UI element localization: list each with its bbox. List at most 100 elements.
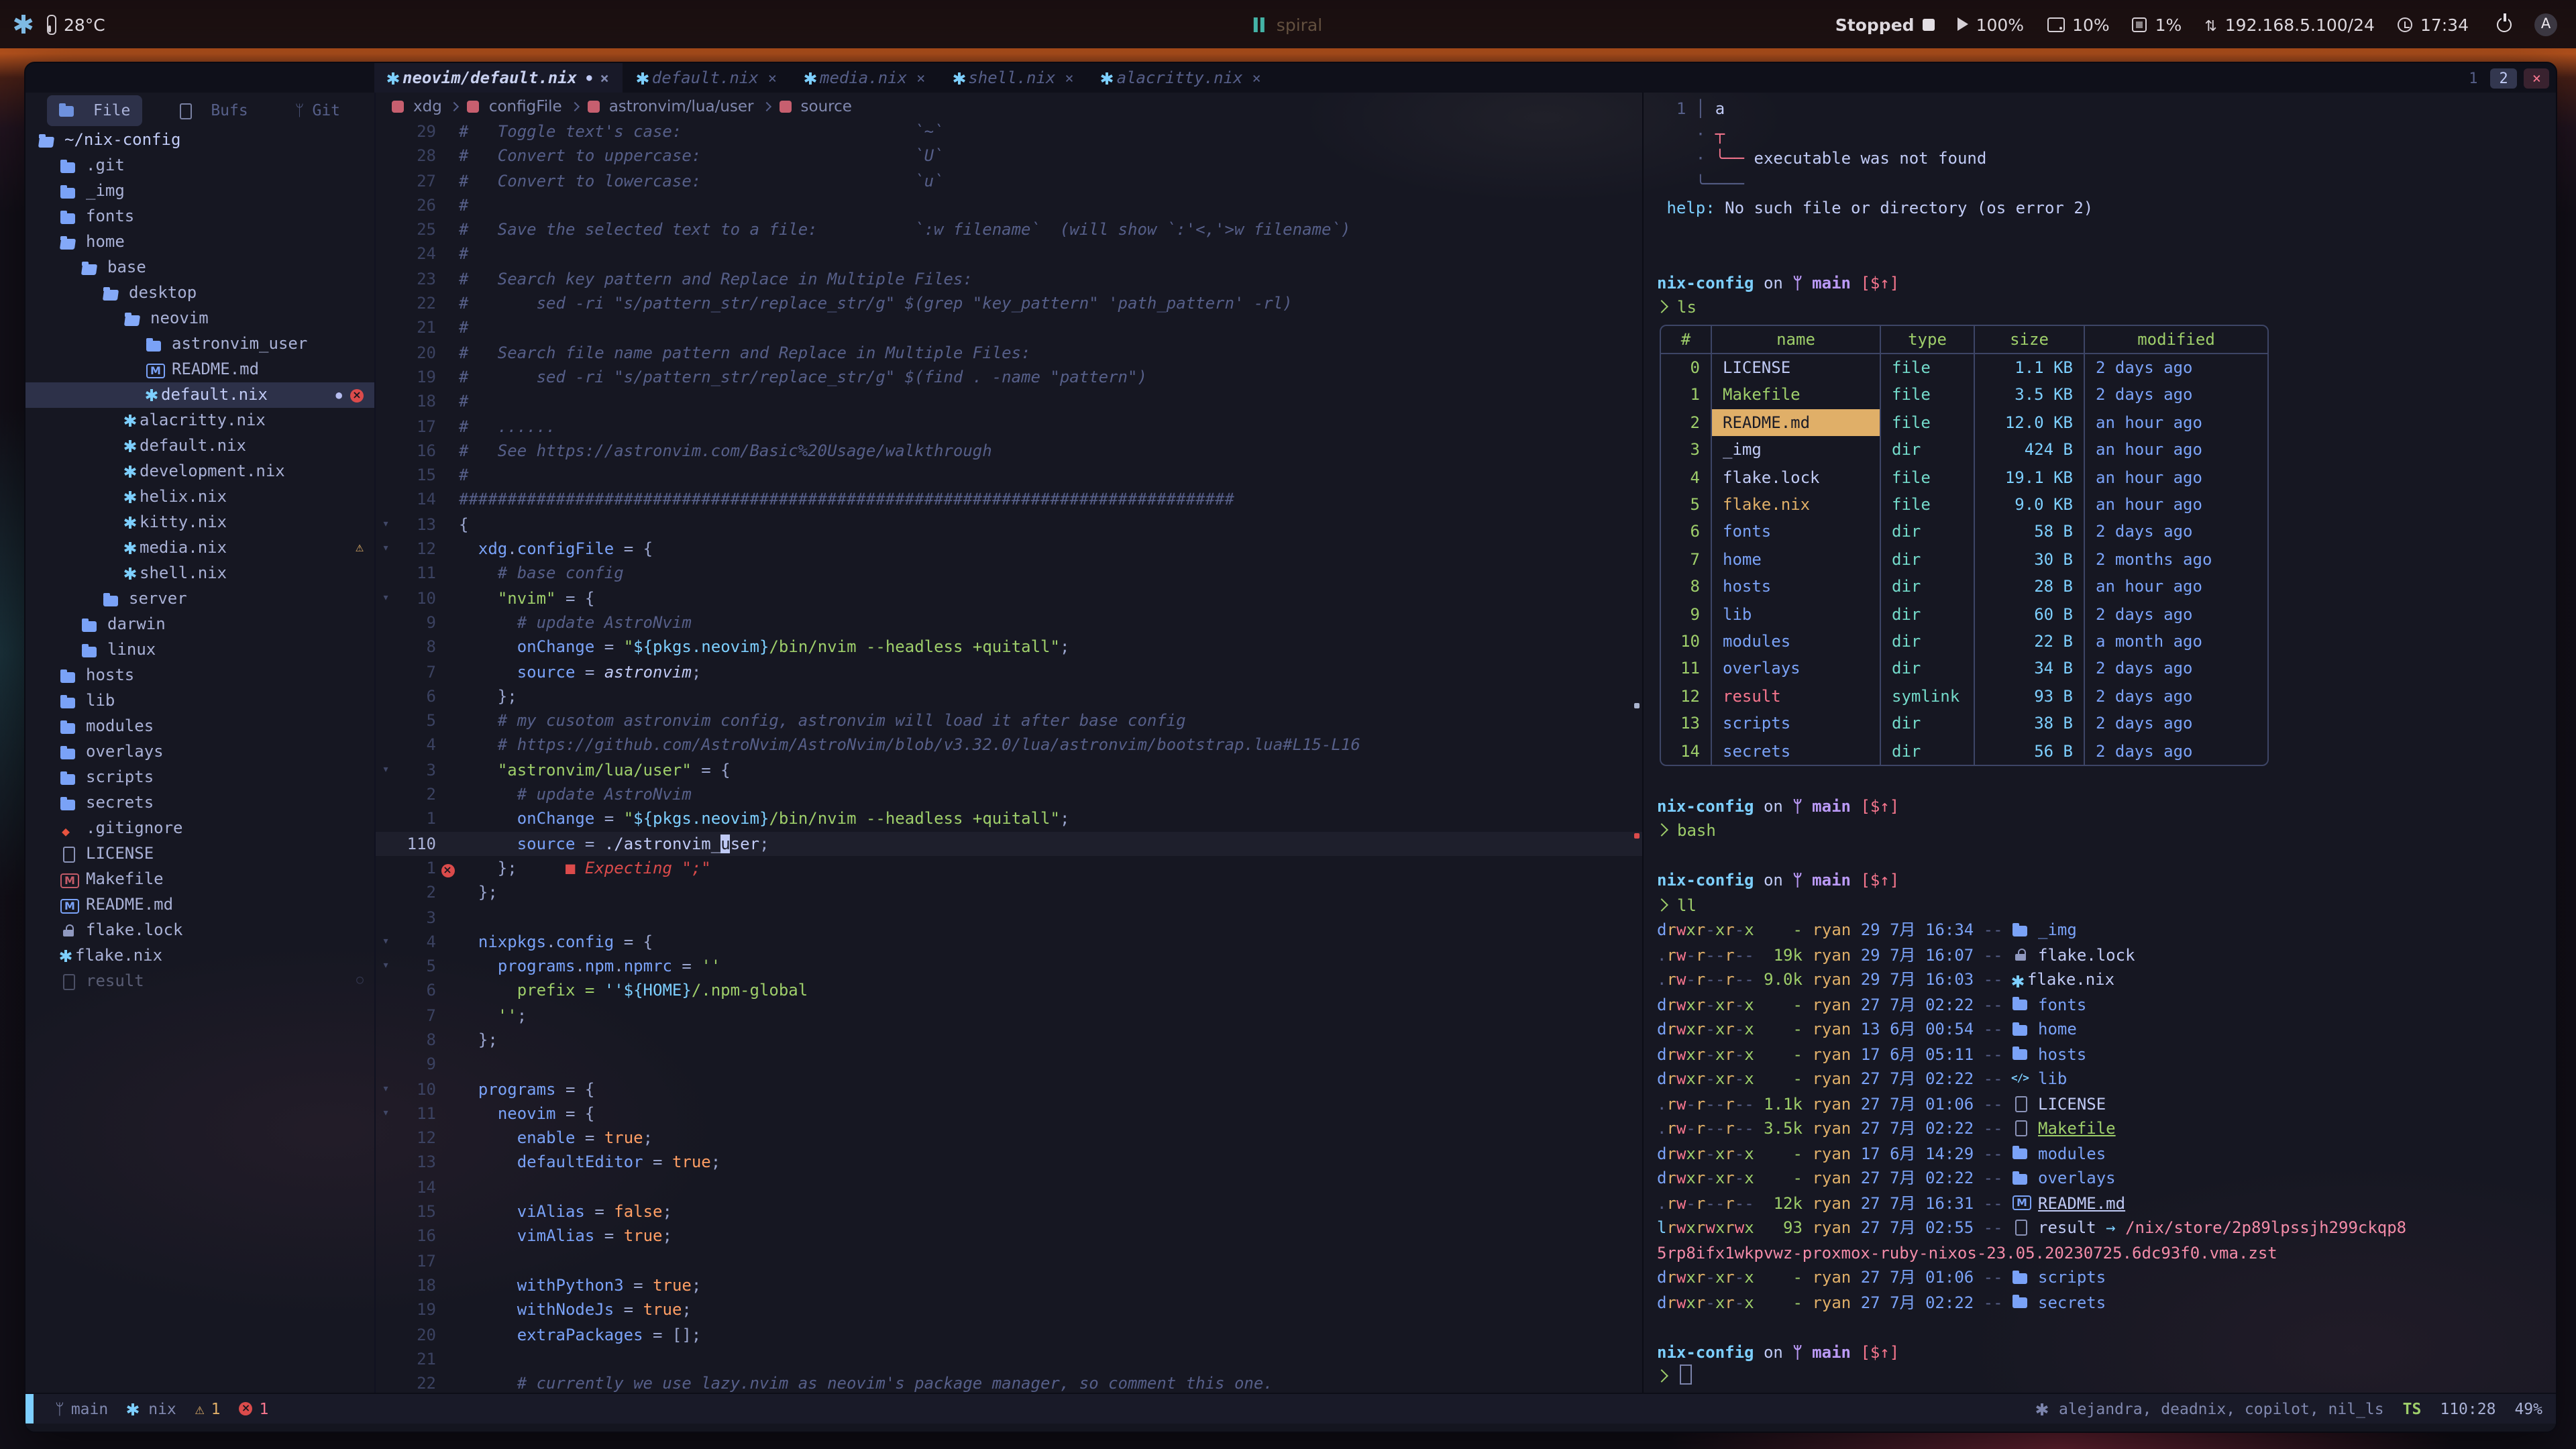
tree-root[interactable]: ~/nix-config [25, 127, 374, 153]
editor-line[interactable]: 6 }; [376, 684, 1642, 709]
volume-widget[interactable]: 100% [1957, 14, 2025, 34]
prompt-line[interactable]: bash [1657, 818, 2556, 843]
editor-line[interactable]: 15# [376, 463, 1642, 488]
buffer-tab[interactable]: neovim/default.nix [374, 63, 623, 93]
editor-line[interactable]: 20 extraPackages = []; [376, 1322, 1642, 1347]
tree-item[interactable]: media.nix [25, 535, 374, 561]
editor-line[interactable]: 20# Search file name pattern and Replace… [376, 340, 1642, 365]
diagnostics-error[interactable]: 1 [239, 1399, 269, 1418]
prompt-line[interactable]: ll [1657, 893, 2556, 918]
editor-line[interactable]: 15 viAlias = false; [376, 1199, 1642, 1224]
editor-line[interactable]: 4 nixpkgs.config = { [376, 930, 1642, 955]
breadcrumb-item[interactable]: source [801, 97, 852, 115]
editor-line[interactable]: 26# [376, 193, 1642, 218]
editor-line[interactable]: 13{ [376, 513, 1642, 537]
tab-close-icon[interactable] [1065, 69, 1073, 87]
editor-line[interactable]: 14######################################… [376, 488, 1642, 513]
editor-line[interactable]: 16 vimAlias = true; [376, 1224, 1642, 1249]
editor-line[interactable]: 14 [376, 1175, 1642, 1200]
prompt-line[interactable]: ls [1657, 295, 2556, 320]
editor-line[interactable]: 10 programs = { [376, 1077, 1642, 1102]
breadcrumb-item[interactable]: configFile [489, 97, 562, 115]
tree-item[interactable]: Makefile [25, 867, 374, 892]
network-widget[interactable]: 192.168.5.100/24 [2204, 14, 2375, 34]
editor-line[interactable]: 2 # update AstroNvim [376, 782, 1642, 807]
tabline-close-button[interactable] [2524, 68, 2549, 88]
tree-item[interactable]: default.nix [25, 433, 374, 459]
tree-item[interactable]: result [25, 969, 374, 994]
editor-line[interactable]: 4 # https://github.com/AstroNvim/AstroNv… [376, 733, 1642, 758]
fold-icon[interactable] [376, 1102, 396, 1126]
power-icon[interactable] [2497, 17, 2512, 32]
tree-item[interactable]: development.nix [25, 459, 374, 484]
buffer-tab[interactable]: alacritty.nix [1089, 63, 1275, 93]
tree-item[interactable]: fonts [25, 204, 374, 229]
editor-line[interactable]: 22 # currently we use lazy.nvim as neovi… [376, 1371, 1642, 1393]
editor-line[interactable]: 17 [376, 1248, 1642, 1273]
tree-item[interactable]: alacritty.nix [25, 408, 374, 433]
tree-item[interactable]: flake.lock [25, 918, 374, 943]
editor-line[interactable]: 10 "nvim" = { [376, 586, 1642, 610]
tab-close-icon[interactable] [916, 69, 925, 87]
editor-line[interactable]: 27# Convert to lowercase: `u` [376, 168, 1642, 193]
tree-item[interactable]: base [25, 255, 374, 280]
tree-item[interactable]: server [25, 586, 374, 612]
neotree-tab-bufs[interactable]: Bufs [165, 95, 260, 125]
fold-icon[interactable] [376, 757, 396, 782]
editor-line[interactable]: 22# sed -ri "s/pattern_str/replace_str/g… [376, 291, 1642, 316]
editor-line[interactable]: 5 programs.npm.npmrc = '' [376, 954, 1642, 979]
tree-item[interactable]: linux [25, 637, 374, 663]
editor-line[interactable]: 29# Toggle text's case: `~` [376, 119, 1642, 144]
editor-line[interactable]: 28# Convert to uppercase: `U` [376, 144, 1642, 169]
editor-line[interactable]: 9 [376, 1053, 1642, 1077]
tree-item[interactable]: scripts [25, 765, 374, 790]
breadcrumb-item[interactable]: astronvim/lua/user [609, 97, 754, 115]
editor-line[interactable]: 3 [376, 905, 1642, 930]
tab-close-icon[interactable] [1252, 69, 1260, 87]
tree-item[interactable]: darwin [25, 612, 374, 637]
editor-line[interactable]: 1 }; ■ Expecting ";" [376, 856, 1642, 881]
editor-line[interactable]: 6 prefix = ''${HOME}/.npm-global [376, 979, 1642, 1004]
fold-icon[interactable] [376, 586, 396, 610]
tree-item[interactable]: shell.nix [25, 561, 374, 586]
editor-line[interactable]: 18# [376, 390, 1642, 415]
fold-icon[interactable] [376, 930, 396, 955]
clock-widget[interactable]: 17:34 [2398, 14, 2469, 34]
tree-item[interactable]: README.md [25, 892, 374, 918]
buffer-tab[interactable]: media.nix [792, 63, 938, 93]
editor-line[interactable]: 9 # update AstroNvim [376, 610, 1642, 635]
editor-line[interactable]: 12 enable = true; [376, 1126, 1642, 1150]
tree-item[interactable]: overlays [25, 739, 374, 765]
nixos-logo-icon[interactable] [21, 15, 25, 34]
tab-close-icon[interactable] [768, 69, 777, 87]
editor-line[interactable]: 24# [376, 242, 1642, 267]
tree-item[interactable]: LICENSE [25, 841, 374, 867]
disk-widget[interactable]: 10% [2047, 14, 2110, 34]
editor-line[interactable]: 19# sed -ri "s/pattern_str/replace_str/g… [376, 365, 1642, 390]
editor-line[interactable]: 5 # my cusotom astronvim config, astronv… [376, 708, 1642, 733]
recording-widget[interactable]: Stopped [1835, 14, 1935, 34]
fold-icon[interactable] [376, 1077, 396, 1102]
editor-line[interactable]: 18 withPython3 = true; [376, 1273, 1642, 1298]
diagnostics-warning[interactable]: 1 [195, 1399, 221, 1418]
editor-line[interactable]: 8 }; [376, 1028, 1642, 1053]
editor-line[interactable]: 12 xdg.configFile = { [376, 537, 1642, 561]
tree-item[interactable]: lib [25, 688, 374, 714]
tree-item[interactable]: home [25, 229, 374, 255]
tree-item[interactable]: default.nix [25, 382, 374, 408]
editor-line[interactable]: 2 }; [376, 880, 1642, 905]
neotree-tab-git[interactable]: Git [283, 95, 352, 125]
git-branch[interactable]: main [55, 1399, 108, 1418]
neotree-tab-file[interactable]: File [48, 95, 142, 125]
editor-line[interactable]: 3 "astronvim/lua/user" = { [376, 757, 1642, 782]
tree-item[interactable]: astronvim_user [25, 331, 374, 357]
buffer-tab[interactable]: default.nix [624, 63, 790, 93]
editor-line[interactable]: 7 ''; [376, 1003, 1642, 1028]
editor-line[interactable]: 21# [376, 316, 1642, 341]
tree-item[interactable]: modules [25, 714, 374, 739]
tree-item[interactable]: _img [25, 178, 374, 204]
tree-item[interactable]: README.md [25, 357, 374, 382]
editor-line[interactable]: 110 source = ./astronvim_user; [376, 831, 1642, 856]
tabpage-indicator[interactable]: 2 [2490, 68, 2518, 88]
terminal-pane[interactable]: 1 │ a · ┬ · ╰── executable was not found… [1644, 93, 2556, 1393]
